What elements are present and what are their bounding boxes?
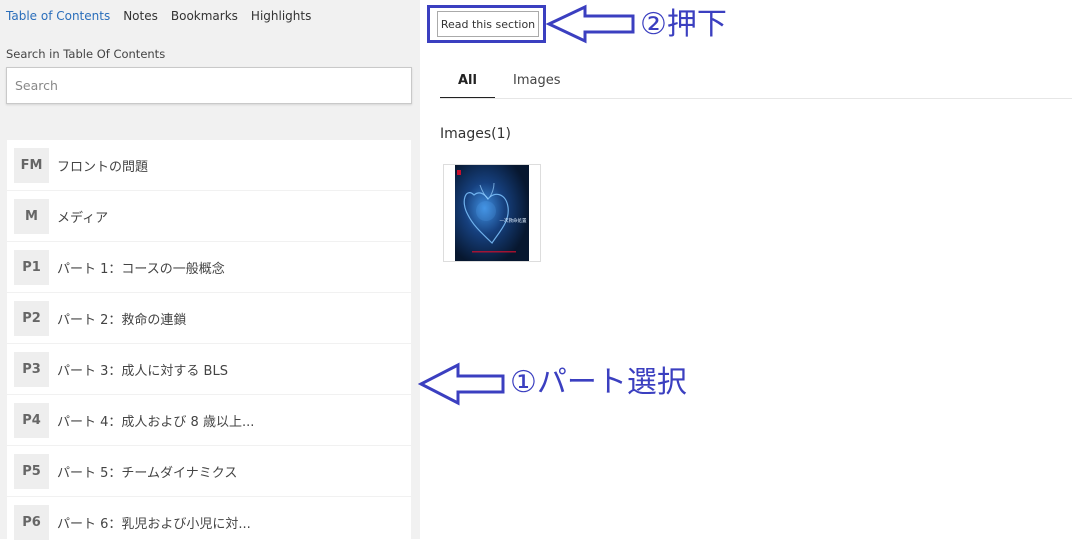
toc-item-p4[interactable]: P4 パート 4：成人および 8 歳以上... xyxy=(7,395,411,445)
toc-item-title: メディア xyxy=(57,210,109,226)
toc-item-code: M xyxy=(14,198,49,234)
toc-item-p3[interactable]: P3 パート 3：成人に対する BLS xyxy=(7,344,411,394)
toc-item-title: パート 2：救命の連鎖 xyxy=(57,312,187,328)
annotation-arrow-left-icon xyxy=(545,4,635,44)
book-cover-heart-image: 一次救命処置 xyxy=(455,165,529,261)
annotation-step2: ②押下 xyxy=(640,7,727,42)
tab-notes[interactable]: Notes xyxy=(123,9,158,23)
toc-item-title: フロントの問題 xyxy=(57,159,149,175)
image-thumbnail[interactable]: 一次救命処置 xyxy=(443,164,541,262)
toc-item-code: P2 xyxy=(14,300,49,336)
thumbnail-caption: 一次救命処置 xyxy=(500,217,527,224)
toc-item-title: パート 1：コースの一般概念 xyxy=(57,261,225,277)
toc-item-code: P3 xyxy=(14,351,49,387)
annotation-step1: ①パート選択 xyxy=(510,365,687,400)
toc-item-code: P5 xyxy=(14,453,49,489)
toc-item-code: P4 xyxy=(14,402,49,438)
tab-bookmarks[interactable]: Bookmarks xyxy=(171,9,238,23)
tab-images[interactable]: Images xyxy=(495,72,579,97)
toc-item-code: FM xyxy=(14,147,49,183)
annotation-arrow-left-icon xyxy=(418,362,505,406)
toc-item-m[interactable]: M メディア xyxy=(7,191,411,241)
toc-item-title: パート 5：チームダイナミクス xyxy=(57,465,238,481)
tabs-divider xyxy=(440,98,1072,99)
toc-item-p1[interactable]: P1 パート 1：コースの一般概念 xyxy=(7,242,411,292)
toc-item-title: パート 3：成人に対する BLS xyxy=(57,363,228,379)
tab-highlights[interactable]: Highlights xyxy=(251,9,311,23)
toc-item-p2[interactable]: P2 パート 2：救命の連鎖 xyxy=(7,293,411,343)
read-this-section-button[interactable]: Read this section xyxy=(437,11,539,37)
toc-item-p6[interactable]: P6 パート 6：乳児および小児に対... xyxy=(7,497,411,547)
toc-item-title: パート 6：乳児および小児に対... xyxy=(57,516,251,532)
tab-all[interactable]: All xyxy=(440,72,495,99)
search-label: Search in Table Of Contents xyxy=(6,47,166,61)
toc-list: FM フロントの問題 M メディア P1 パート 1：コースの一般概念 P2 パ… xyxy=(7,140,411,548)
search-input[interactable] xyxy=(6,67,412,104)
toc-item-code: P6 xyxy=(14,504,49,540)
sidebar-tabs: Table of Contents Notes Bookmarks Highli… xyxy=(6,9,311,23)
content-tabs: All Images xyxy=(440,72,578,99)
sidebar: Table of Contents Notes Bookmarks Highli… xyxy=(0,0,420,547)
toc-item-title: パート 4：成人および 8 歳以上... xyxy=(57,414,255,430)
toc-item-code: P1 xyxy=(14,249,49,285)
toc-item-fm[interactable]: FM フロントの問題 xyxy=(7,140,411,190)
tab-table-of-contents[interactable]: Table of Contents xyxy=(6,9,110,23)
images-heading: Images(1) xyxy=(440,126,511,142)
toc-item-p5[interactable]: P5 パート 5：チームダイナミクス xyxy=(7,446,411,496)
